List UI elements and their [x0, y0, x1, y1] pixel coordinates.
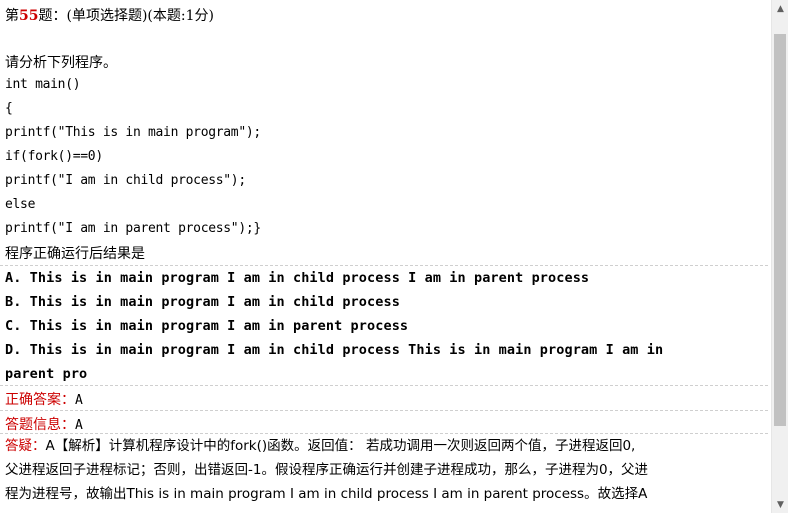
divider	[0, 385, 768, 386]
explanation-label: 答疑：	[5, 438, 46, 454]
code-line: int main()	[5, 77, 81, 92]
correct-answer-value: A	[75, 393, 83, 408]
scrollbar-thumb[interactable]	[774, 34, 786, 426]
question-panel: 第55题：(单项选择题)(本题:1分) 请分析下列程序。 int main() …	[0, 0, 770, 513]
answer-info-label: 答题信息：	[5, 417, 75, 433]
question-header: 第55题：(单项选择题)(本题:1分)	[5, 5, 214, 25]
explanation-line: 程为进程号，故输出This is in main program I am in…	[5, 486, 648, 502]
explanation-line: 父进程返回子进程标记；否则，出错返回-1。假设程序正确运行并创建子进程成功，那么…	[5, 462, 649, 478]
answer-info-value: A	[75, 418, 83, 433]
option-d: D. This is in main program I am in child…	[5, 342, 664, 358]
vertical-scrollbar[interactable]: ▲ ▼	[771, 0, 788, 513]
question-intro: 请分析下列程序。	[5, 55, 117, 71]
code-line: printf("This is in main program");	[5, 125, 261, 140]
question-number: 55	[19, 8, 39, 24]
explanation: 答疑：A【解析】计算机程序设计中的fork()函数。返回值： 若成功调用一次则返…	[5, 434, 767, 506]
explanation-line: 答疑：A【解析】计算机程序设计中的fork()函数。返回值： 若成功调用一次则返…	[5, 434, 767, 458]
explanation-text: A【解析】计算机程序设计中的fork()函数。返回值： 若成功调用一次则返回两个…	[45, 438, 636, 454]
option-d-continued: parent pro	[5, 366, 88, 382]
divider	[0, 410, 768, 411]
option-c: C. This is in main program I am in paren…	[5, 318, 409, 334]
header-prefix: 第	[5, 8, 19, 24]
code-line: printf("I am in parent process");}	[5, 221, 261, 236]
code-line: printf("I am in child process");	[5, 173, 246, 188]
divider	[0, 265, 768, 266]
code-line: if(fork()==0)	[5, 149, 103, 164]
correct-answer-label: 正确答案：	[5, 392, 75, 408]
code-line: {	[5, 101, 13, 116]
option-b: B. This is in main program I am in child…	[5, 294, 400, 310]
header-suffix: 题：(单项选择题)(本题:1分)	[38, 8, 214, 24]
scroll-down-icon[interactable]: ▼	[772, 496, 788, 513]
option-a: A. This is in main program I am in child…	[5, 270, 590, 286]
question-prompt: 程序正确运行后结果是	[5, 246, 145, 262]
scroll-up-icon[interactable]: ▲	[772, 0, 788, 17]
answer-info: 答题信息：A	[5, 414, 83, 434]
code-line: else	[5, 197, 36, 212]
correct-answer: 正确答案：A	[5, 389, 83, 409]
